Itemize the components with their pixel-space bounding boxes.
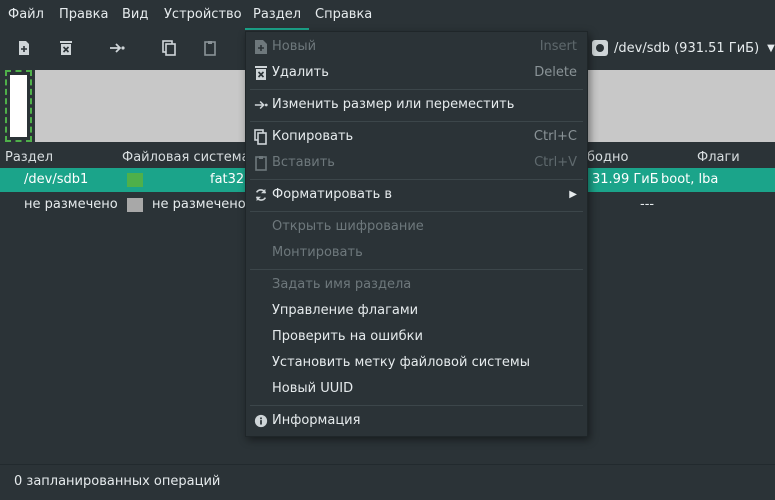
menu-item-information[interactable]: Информация xyxy=(246,408,587,434)
copy-button[interactable] xyxy=(156,36,182,60)
column-free[interactable]: бодно xyxy=(587,150,628,165)
info-icon xyxy=(254,414,268,428)
menu-separator xyxy=(250,211,583,212)
menu-separator xyxy=(250,269,583,270)
menu-item-label: Информация xyxy=(272,413,361,428)
menu-item-label: Удалить xyxy=(272,65,329,80)
menu-item-check[interactable]: Проверить на ошибки xyxy=(246,324,587,350)
menu-item-format[interactable]: Форматировать в ▶ xyxy=(246,182,587,208)
refresh-icon xyxy=(255,188,267,202)
fs-color-swatch xyxy=(127,198,143,212)
partition-menu: Новый Insert Удалить Delete Изменить раз… xyxy=(245,31,588,437)
chevron-down-icon: ▼ xyxy=(767,42,775,54)
menubar: Файл Правка Вид Устройство Раздел Справк… xyxy=(0,0,775,30)
new-document-icon xyxy=(255,40,267,54)
device-label: /dev/sdb (931.51 ГиБ) xyxy=(614,40,760,56)
paste-button[interactable] xyxy=(197,36,223,60)
menu-separator xyxy=(250,121,583,122)
paste-icon xyxy=(255,156,267,171)
menu-item-open-encryption[interactable]: Открыть шифрование xyxy=(246,214,587,240)
menu-separator xyxy=(250,89,583,90)
partition-block-sdb1[interactable] xyxy=(5,70,32,142)
menu-item-paste[interactable]: Вставить Ctrl+V xyxy=(246,150,587,176)
new-partition-button[interactable] xyxy=(11,36,37,60)
cell-filesystem: fat32 xyxy=(210,172,245,187)
new-document-icon xyxy=(19,41,29,55)
menu-item-copy[interactable]: Копировать Ctrl+C xyxy=(246,124,587,150)
menu-item-mount[interactable]: Монтировать xyxy=(246,240,587,266)
menu-file[interactable]: Файл xyxy=(0,0,52,30)
pending-operations-label: 0 запланированных операций xyxy=(14,474,221,489)
copy-icon xyxy=(162,40,176,56)
delete-partition-button[interactable] xyxy=(53,36,79,60)
menu-help[interactable]: Справка xyxy=(307,0,380,30)
menu-item-name-partition[interactable]: Задать имя раздела xyxy=(246,272,587,298)
delete-icon xyxy=(255,66,267,80)
menu-item-label: Новый xyxy=(272,39,317,54)
delete-icon xyxy=(60,41,72,55)
submenu-arrow-icon: ▶ xyxy=(569,189,577,200)
menu-item-label: Монтировать xyxy=(272,245,363,260)
shortcut-label: Ctrl+C xyxy=(533,129,577,144)
menu-item-label: Установить метку файловой системы xyxy=(272,355,530,370)
device-selector[interactable]: /dev/sdb (931.51 ГиБ) ▼ xyxy=(592,37,775,59)
menu-item-label: Задать имя раздела xyxy=(272,277,412,292)
column-filesystem[interactable]: Файловая система xyxy=(122,150,250,165)
menu-device[interactable]: Устройство xyxy=(156,0,250,30)
menu-item-new-uuid[interactable]: Новый UUID xyxy=(246,376,587,402)
resize-move-button[interactable] xyxy=(104,36,130,60)
cell-filesystem: не размечено xyxy=(152,197,246,212)
menu-view[interactable]: Вид xyxy=(114,0,156,30)
shortcut-label: Ctrl+V xyxy=(534,155,577,170)
disk-icon xyxy=(592,40,608,56)
menu-partition[interactable]: Раздел xyxy=(245,0,310,30)
menu-item-label: Копировать xyxy=(272,129,354,144)
cell-partition: не размечено xyxy=(24,197,118,212)
resize-arrow-icon xyxy=(110,43,125,53)
menu-item-delete[interactable]: Удалить Delete xyxy=(246,60,587,86)
paste-icon xyxy=(204,41,216,56)
cell-free: 31.99 ГиБ xyxy=(592,172,659,187)
menu-item-manage-flags[interactable]: Управление флагами xyxy=(246,298,587,324)
cell-flags: boot, lba xyxy=(661,172,719,187)
cell-partition: /dev/sdb1 xyxy=(24,172,89,187)
column-flags[interactable]: Флаги xyxy=(697,150,740,165)
menu-item-label: Управление флагами xyxy=(272,303,419,318)
fs-color-swatch xyxy=(127,173,143,187)
menu-item-label: Изменить размер или переместить xyxy=(272,97,515,112)
menu-separator xyxy=(250,405,583,406)
menu-item-new[interactable]: Новый Insert xyxy=(246,34,587,60)
menu-edit[interactable]: Правка xyxy=(51,0,116,30)
menu-item-set-label[interactable]: Установить метку файловой системы xyxy=(246,350,587,376)
menu-separator xyxy=(250,179,583,180)
resize-arrow-icon xyxy=(254,100,268,110)
menu-item-label: Новый UUID xyxy=(272,381,354,396)
menu-item-label: Форматировать в xyxy=(272,187,393,202)
status-bar: 0 запланированных операций xyxy=(0,464,775,500)
shortcut-label: Insert xyxy=(539,39,577,54)
menu-item-label: Проверить на ошибки xyxy=(272,329,423,344)
cell-free: --- xyxy=(640,197,655,212)
menu-item-label: Открыть шифрование xyxy=(272,219,424,234)
copy-icon xyxy=(254,129,267,145)
shortcut-label: Delete xyxy=(534,65,577,80)
menu-item-resize[interactable]: Изменить размер или переместить xyxy=(246,92,587,118)
column-partition[interactable]: Раздел xyxy=(5,150,53,165)
menu-item-label: Вставить xyxy=(272,155,335,170)
